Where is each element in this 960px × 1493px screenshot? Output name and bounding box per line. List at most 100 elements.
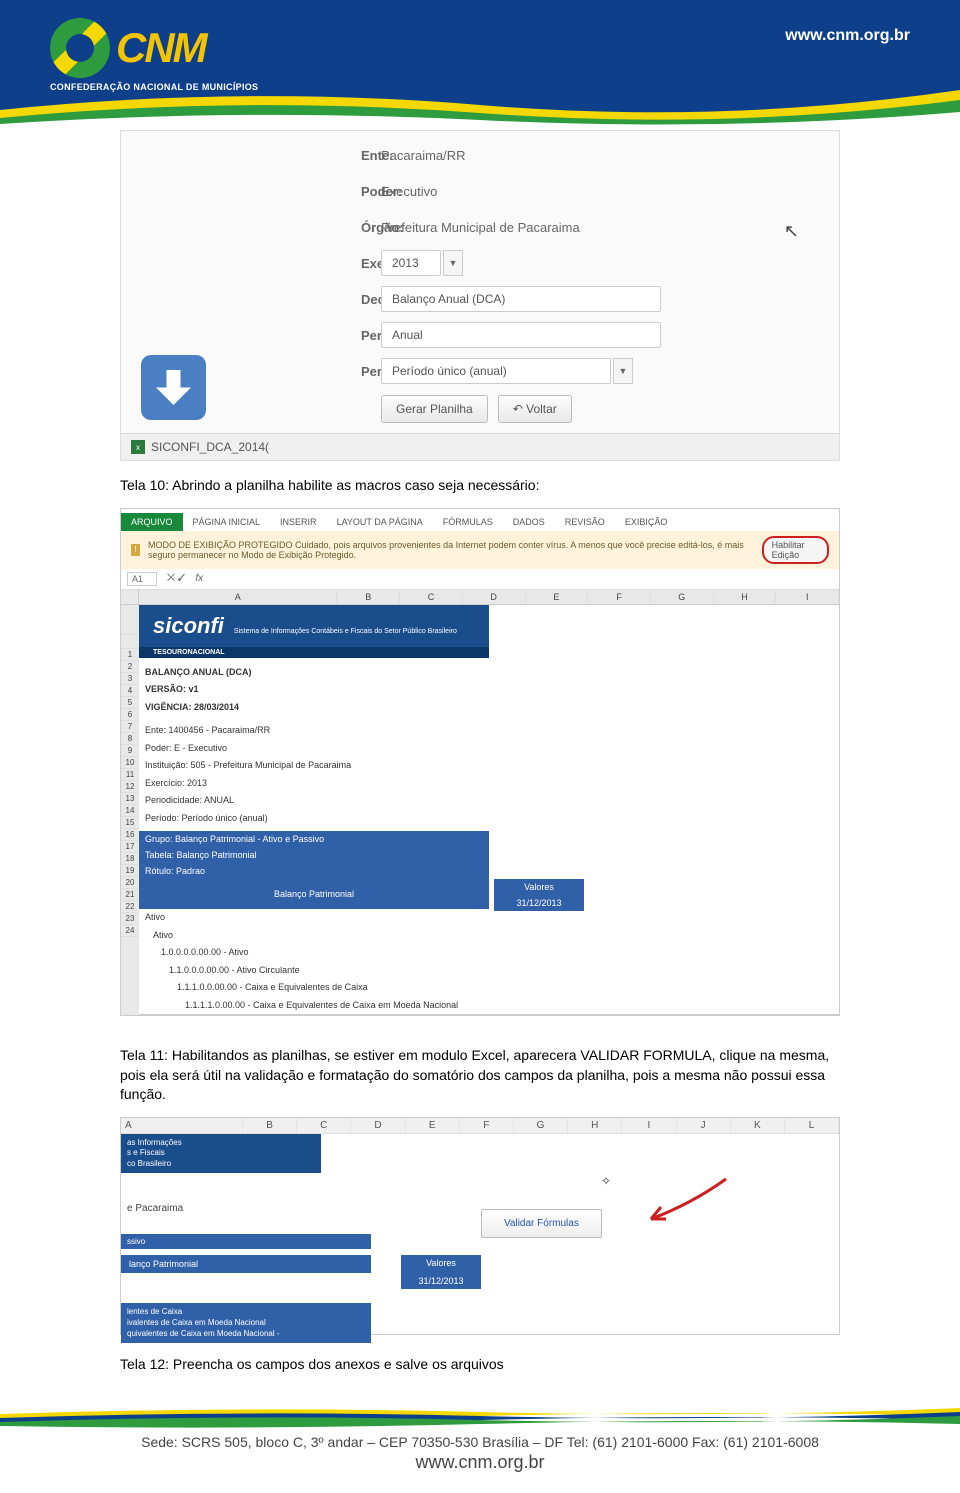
col-k[interactable]: K bbox=[731, 1118, 785, 1133]
orgao-value: Prefeitura Municipal de Pacaraima bbox=[381, 220, 580, 235]
fx-icon: ⨉ ✓ bbox=[167, 573, 185, 584]
col-f[interactable]: F bbox=[588, 590, 651, 604]
col-e[interactable]: E bbox=[406, 1118, 460, 1133]
tab-exibicao[interactable]: EXIBIÇÃO bbox=[615, 513, 678, 531]
protected-view-bar: ! MODO DE EXIBIÇÃO PROTEGIDO Cuidado, po… bbox=[121, 531, 839, 569]
exercicio-input[interactable]: 2013 bbox=[381, 250, 441, 276]
declaracao-label: Declaração: * bbox=[161, 292, 361, 307]
cell-text: Ativo bbox=[139, 909, 839, 927]
cell-text: e Pacaraima bbox=[121, 1193, 839, 1224]
voltar-button[interactable]: ↶ Voltar bbox=[498, 395, 572, 423]
chevron-down-icon[interactable]: ▼ bbox=[443, 250, 463, 276]
cell-text: 1.1.1.1.0.00.00 - Caixa e Equivalentes d… bbox=[139, 997, 839, 1016]
periodicidade-input[interactable]: Anual bbox=[381, 322, 661, 348]
cell-text: 1.0.0.0.0.00.00 - Ativo bbox=[139, 944, 839, 962]
header-url: www.cnm.org.br bbox=[785, 27, 910, 45]
cell-text: as Informações s e Fiscais co Brasileiro bbox=[121, 1134, 321, 1173]
col-l[interactable]: L bbox=[785, 1118, 839, 1133]
page-header: CNM CONFEDERAÇÃO NACIONAL DE MUNICÍPIOS … bbox=[0, 0, 960, 130]
logo-subtitle: CONFEDERAÇÃO NACIONAL DE MUNICÍPIOS bbox=[50, 82, 280, 92]
habilitar-edicao-button[interactable]: Habilitar Edição bbox=[762, 536, 829, 564]
formula-bar: A1 ⨉ ✓ fx bbox=[121, 569, 839, 590]
col-c[interactable]: C bbox=[400, 590, 463, 604]
gerar-planilha-button[interactable]: Gerar Planilha bbox=[381, 395, 488, 423]
col-h[interactable]: H bbox=[568, 1118, 622, 1133]
siconfi-subtitle: Sistema de Informações Contábeis e Fisca… bbox=[234, 628, 457, 636]
col-i[interactable]: I bbox=[776, 590, 839, 604]
declaracao-input[interactable]: Balanço Anual (DCA) bbox=[381, 286, 661, 312]
cell-line: quivalentes de Caixa em Moeda Nacional - bbox=[127, 1328, 365, 1339]
chevron-down-icon[interactable]: ▼ bbox=[613, 358, 633, 384]
ente-label: Ente: bbox=[161, 148, 361, 163]
flag-icon bbox=[50, 18, 110, 78]
col-h[interactable]: H bbox=[714, 590, 777, 604]
download-icon bbox=[141, 355, 206, 420]
cell-text: Ativo bbox=[139, 927, 839, 945]
col-g[interactable]: G bbox=[514, 1118, 568, 1133]
tab-pagina-inicial[interactable]: PÁGINA INICIAL bbox=[183, 513, 271, 531]
tab-dados[interactable]: DADOS bbox=[503, 513, 555, 531]
cell-text: Poder: E - Executivo bbox=[139, 740, 839, 758]
cell-reference[interactable]: A1 bbox=[127, 572, 157, 586]
caption-12: Tela 12: Preencha os campos dos anexos e… bbox=[120, 1355, 840, 1375]
footer-url: www.cnm.org.br bbox=[0, 1452, 960, 1473]
red-arrow-annotation bbox=[641, 1174, 731, 1224]
screenshot-validar: A B C D E F G H I J K L as Informações s… bbox=[120, 1117, 840, 1335]
col-a[interactable]: A bbox=[121, 1118, 243, 1133]
poder-value: Executivo bbox=[381, 184, 437, 199]
col-e[interactable]: E bbox=[526, 590, 589, 604]
logo-text: CNM bbox=[116, 24, 206, 72]
cell-text: Período: Período único (anual) bbox=[139, 810, 839, 828]
valores-date: 31/12/2013 bbox=[494, 895, 584, 911]
cell-text: Instituição: 505 - Prefeitura Municipal … bbox=[139, 757, 839, 775]
screenshot-excel: ARQUIVO PÁGINA INICIAL INSERIR LAYOUT DA… bbox=[120, 508, 840, 1017]
cell-text: Grupo: Balanço Patrimonial - Ativo e Pas… bbox=[139, 831, 489, 847]
cell-text: Exercício: 2013 bbox=[139, 775, 839, 793]
tab-layout[interactable]: LAYOUT DA PÁGINA bbox=[327, 513, 433, 531]
col-d[interactable]: D bbox=[351, 1118, 405, 1133]
siconfi-banner: siconfi Sistema de Informações Contábeis… bbox=[139, 605, 489, 647]
col-d[interactable]: D bbox=[463, 590, 526, 604]
cell-text: 1.1.0.0.0.00.00 - Ativo Circulante bbox=[139, 962, 839, 980]
tab-inserir[interactable]: INSERIR bbox=[270, 513, 327, 531]
cursor-icon: ↖ bbox=[784, 221, 799, 242]
tab-arquivo[interactable]: ARQUIVO bbox=[121, 513, 183, 531]
cell-text: Rótulo: Padrao bbox=[139, 863, 489, 879]
column-headers: A B C D E F G H I J K L bbox=[121, 1118, 839, 1134]
col-a[interactable]: A bbox=[139, 590, 337, 604]
cell-line: lentes de Caixa bbox=[127, 1306, 365, 1317]
filename-text: SICONFI_DCA_2014( bbox=[151, 440, 269, 454]
cell-text: lanço Patrimonial bbox=[121, 1255, 371, 1273]
column-headers: A B C D E F G H I bbox=[121, 590, 839, 605]
col-b[interactable]: B bbox=[337, 590, 400, 604]
cell-text: Balanço Patrimonial bbox=[139, 879, 489, 909]
caption-11: Tela 11: Habilitandos as planilhas, se e… bbox=[120, 1046, 840, 1105]
valores-header: Valores bbox=[494, 879, 584, 895]
hand-cursor-icon: ✧ bbox=[601, 1174, 611, 1188]
col-i[interactable]: I bbox=[622, 1118, 676, 1133]
tab-revisao[interactable]: REVISÃO bbox=[555, 513, 615, 531]
cell-text: Tabela: Balanço Patrimonial bbox=[139, 847, 489, 863]
caption-10: Tela 10: Abrindo a planilha habilite as … bbox=[120, 476, 840, 496]
footer-wave bbox=[0, 1406, 960, 1428]
screenshot-form: ↖ Ente: Pacaraima/RR Poder: Executivo Ór… bbox=[120, 130, 840, 461]
validar-formulas-button[interactable]: Validar Fórmulas bbox=[481, 1209, 602, 1238]
valores-header: Valores bbox=[401, 1255, 481, 1273]
cell-text: BALANÇO ANUAL (DCA) bbox=[139, 664, 839, 682]
col-j[interactable]: J bbox=[677, 1118, 731, 1133]
protected-message: MODO DE EXIBIÇÃO PROTEGIDO Cuidado, pois… bbox=[148, 540, 754, 560]
col-f[interactable]: F bbox=[460, 1118, 514, 1133]
col-c[interactable]: C bbox=[297, 1118, 351, 1133]
cell-text: VERSÃO: v1 bbox=[139, 681, 839, 699]
cell-text: Ente: 1400456 - Pacaraima/RR bbox=[139, 722, 839, 740]
cell-text: Periodicidade: ANUAL bbox=[139, 792, 839, 810]
valores-date: 31/12/2013 bbox=[401, 1273, 481, 1289]
periodo-input[interactable]: Período único (anual) bbox=[381, 358, 611, 384]
siconfi-logo: siconfi bbox=[153, 613, 224, 639]
tab-formulas[interactable]: FÓRMULAS bbox=[433, 513, 503, 531]
cell-text: 1.1.1.0.0.00.00 - Caixa e Equivalentes d… bbox=[139, 979, 839, 997]
cell-text: VIGÊNCIA: 28/03/2014 bbox=[139, 699, 839, 717]
footer: Sede: SCRS 505, bloco C, 3º andar – CEP … bbox=[0, 1428, 960, 1493]
col-b[interactable]: B bbox=[243, 1118, 297, 1133]
col-g[interactable]: G bbox=[651, 590, 714, 604]
